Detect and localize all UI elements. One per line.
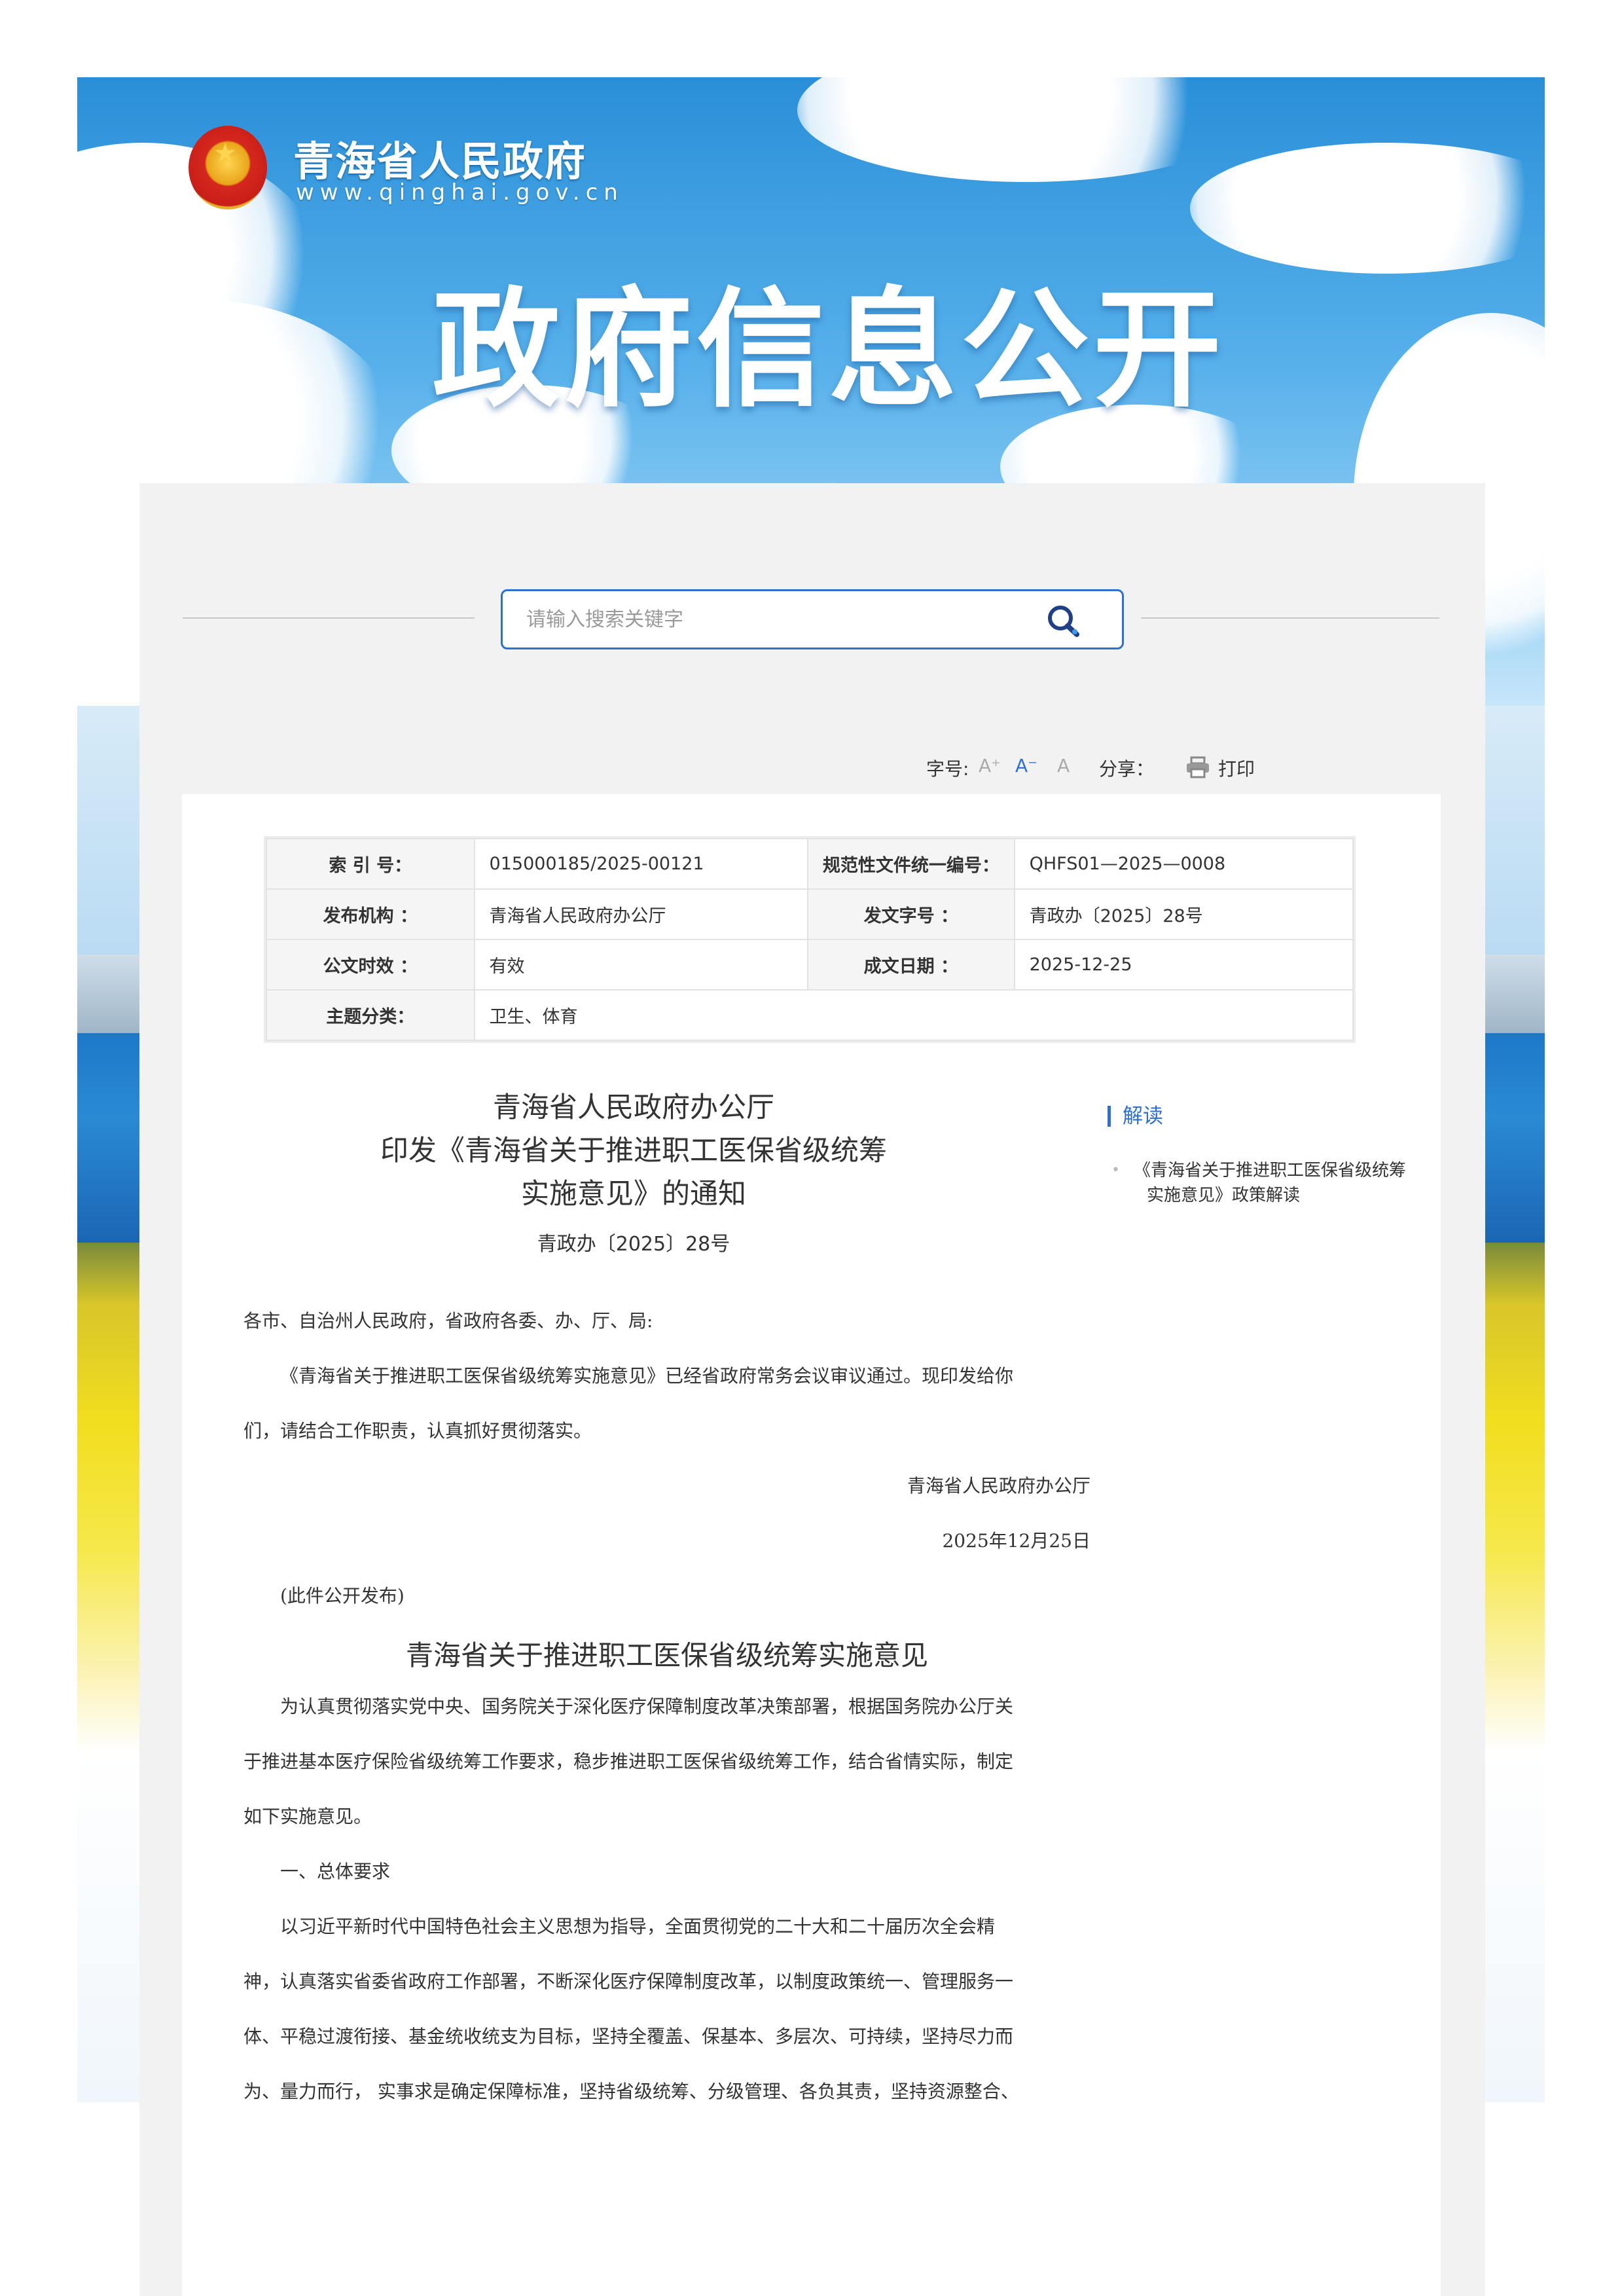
topic-label: 主题分类： xyxy=(266,989,475,1041)
normative-code-value: QHFS01—2025—0008 xyxy=(1013,838,1354,890)
validity-value: 有效 xyxy=(473,939,809,991)
body-line: 体、平稳过渡衔接、基金统收统支为目标，坚持全覆盖、保基本、多层次、可持续，坚持尽… xyxy=(243,2026,1014,2047)
doc-title-line1: 青海省人民政府办公厅 xyxy=(493,1091,774,1124)
site-name[interactable]: 青海省人民政府 xyxy=(293,128,586,187)
interpretation-heading: 解读 xyxy=(1108,1106,1163,1127)
print-button[interactable]: 打印 xyxy=(1218,755,1255,781)
interpretation-link-line2[interactable]: 实施意见》政策解读 xyxy=(1134,1183,1441,1208)
topic-value: 卫生、体育 xyxy=(473,989,1354,1041)
doc-title-line2: 印发《青海省关于推进职工医保省级统筹 xyxy=(380,1135,887,1167)
issuer-value: 青海省人民政府办公厅 xyxy=(473,888,809,940)
sign-date: 2025年12月25日 xyxy=(942,1530,1090,1552)
normative-code-label: 规范性文件统一编号： xyxy=(807,838,1015,890)
body-line: 如下实施意见。 xyxy=(243,1806,372,1827)
article-content: 索 引 号： 015000185/2025-00121 规范性文件统一编号： Q… xyxy=(182,794,1441,2296)
landscape-right xyxy=(1485,706,1545,2102)
body-line: 《青海省关于推进职工医保省级统筹实施意见》已经省政府常务会议审议通过。现印发给你 xyxy=(280,1365,1014,1387)
publish-note: (此件公开发布) xyxy=(280,1585,405,1607)
search-icon[interactable] xyxy=(1041,600,1087,640)
landscape-left xyxy=(77,706,139,2102)
font-larger-button[interactable]: A⁺ xyxy=(979,755,1001,776)
font-smaller-button[interactable]: A⁻ xyxy=(1015,755,1037,776)
index-number-label: 索 引 号： xyxy=(266,838,475,890)
body-line: 以习近平新时代中国特色社会主义思想为指导，全面贯彻党的二十大和二十届历次全会精 xyxy=(280,1916,996,1937)
bullet-icon: • xyxy=(1111,1162,1120,1178)
body-line: 为认真贯彻落实党中央、国务院关于深化医疗保障制度改革决策部署，根据国务院办公厅关 xyxy=(280,1696,1014,1717)
doc-number-label: 发文字号 ： xyxy=(807,888,1015,940)
signature: 青海省人民政府办公厅 xyxy=(907,1475,1090,1497)
site-url[interactable]: www.qinghai.gov.cn xyxy=(296,179,624,206)
date-label: 成文日期 ： xyxy=(807,939,1015,991)
banner-title: 政府信息公开 xyxy=(432,276,1226,425)
doc-number-value: 青政办〔2025〕28号 xyxy=(1013,888,1354,940)
attachment-title: 青海省关于推进职工医保省级统筹实施意见 xyxy=(405,1639,928,1671)
body-line: 神，认真落实省委省政府工作部署，不断深化医疗保障制度改革，以制度政策统一、管理服… xyxy=(243,1971,1014,1992)
divider-line-left xyxy=(183,617,475,619)
section-heading: 一、总体要求 xyxy=(280,1861,391,1882)
validity-label: 公文时效 ： xyxy=(266,939,475,991)
search-box xyxy=(501,589,1124,649)
doc-title-line3: 实施意见》的通知 xyxy=(521,1178,746,1211)
issuer-label: 发布机构 ： xyxy=(266,888,475,940)
body-line: 为、量力而行， 实事求是确定保障标准，坚持省级统筹、分级管理、各负其责，坚持资源… xyxy=(243,2081,1019,2102)
salutation: 各市、自治州人民政府，省政府各委、办、厅、局: xyxy=(243,1310,653,1332)
print-icon[interactable] xyxy=(1185,756,1210,783)
national-emblem-logo[interactable]: ★ xyxy=(189,126,267,210)
font-size-label: 字号: xyxy=(926,758,969,780)
body-line: 于推进基本医疗保险省级统筹工作要求，稳步推进职工医保省级统筹工作，结合省情实际，… xyxy=(243,1751,1014,1772)
search-input[interactable] xyxy=(526,591,1024,647)
font-default-button[interactable]: A xyxy=(1057,755,1070,776)
date-value: 2025-12-25 xyxy=(1013,939,1354,991)
interpretation-link[interactable]: • 《青海省关于推进职工医保省级统筹 实施意见》政策解读 xyxy=(1111,1158,1441,1208)
index-number-value: 015000185/2025-00121 xyxy=(473,838,809,890)
body-line: 们，请结合工作职责，认真抓好贯彻落实。 xyxy=(243,1420,592,1442)
doc-number: 青政办〔2025〕28号 xyxy=(537,1233,730,1256)
divider-line-right xyxy=(1141,617,1439,619)
interpretation-link-line1[interactable]: 《青海省关于推进职工医保省级统筹 xyxy=(1134,1158,1441,1183)
document-metadata-table: 索 引 号： 015000185/2025-00121 规范性文件统一编号： Q… xyxy=(266,838,1354,1041)
share-label: 分享： xyxy=(1099,758,1155,780)
